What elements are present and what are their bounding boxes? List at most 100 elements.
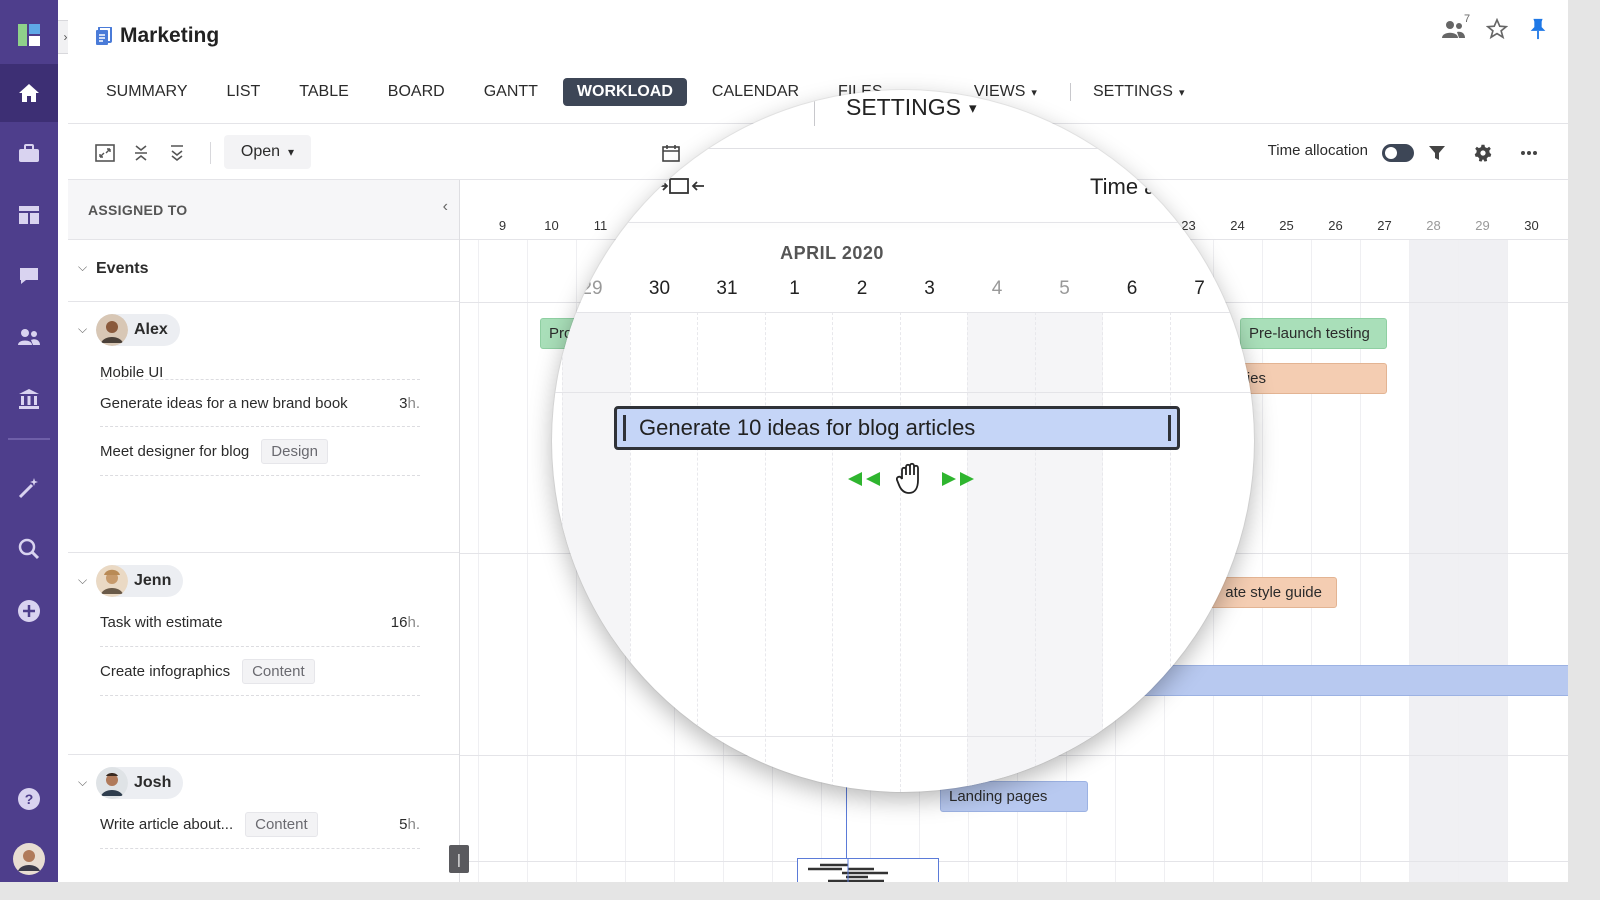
tab-settings-zoomed[interactable]: SETTINGS ▾ bbox=[846, 94, 977, 121]
assigned-to-header: ASSIGNED TO bbox=[88, 202, 188, 218]
task-tag: Design bbox=[261, 439, 328, 464]
group-alex: ⌵ Alex Mobile UI Generate ideas for a ne… bbox=[68, 302, 459, 553]
avatar bbox=[96, 565, 128, 597]
resize-handle-right[interactable] bbox=[1168, 415, 1171, 441]
timeline-day-label: 27 bbox=[1377, 218, 1392, 233]
sidebar-item-profile[interactable] bbox=[0, 830, 58, 882]
task-row[interactable]: Generate ideas for a new brand book 3h. bbox=[100, 379, 420, 427]
tab-calendar[interactable]: CALENDAR bbox=[698, 78, 813, 106]
sidebar-item-automation[interactable] bbox=[0, 459, 58, 517]
avatar bbox=[96, 314, 128, 346]
zoomed-day-label: 7 bbox=[1194, 278, 1205, 299]
task-tag: Content bbox=[242, 659, 315, 684]
magnifier-overlay: SETTINGS ▾ Time a APRIL 2020 29 30 31 1 2 3 4 5… bbox=[552, 90, 1254, 792]
tab-separator bbox=[1069, 83, 1071, 101]
group-events[interactable]: ⌵ Events bbox=[68, 240, 459, 302]
more-options-button[interactable] bbox=[1516, 140, 1542, 166]
sidebar: ? bbox=[0, 0, 58, 882]
toolbar-divider bbox=[552, 222, 1254, 223]
assignee-pill[interactable]: Jenn bbox=[96, 565, 184, 597]
task-row[interactable]: Task with estimate 16h. bbox=[100, 599, 420, 647]
status-filter-dropdown[interactable]: Open ▾ bbox=[224, 135, 311, 169]
task-bar[interactable]: Pre-launch testing bbox=[1240, 318, 1387, 349]
sidebar-logo[interactable] bbox=[0, 6, 58, 64]
sidebar-item-search[interactable] bbox=[0, 520, 58, 578]
row-divider bbox=[552, 312, 1254, 313]
task-row[interactable]: Meet designer for blog Design bbox=[100, 428, 420, 476]
expand-all-button[interactable] bbox=[164, 140, 190, 166]
chevron-down-icon[interactable]: ⌵ bbox=[78, 573, 87, 588]
collapse-panel-icon[interactable]: ‹ bbox=[443, 198, 448, 216]
tab-workload[interactable]: WORKLOAD bbox=[562, 78, 687, 106]
chevron-down-icon[interactable]: ⌵ bbox=[78, 322, 87, 337]
timeline-day-column bbox=[1458, 240, 1507, 882]
timeline-minimap[interactable] bbox=[797, 858, 939, 882]
row-divider bbox=[460, 861, 1568, 862]
filter-button[interactable] bbox=[1424, 140, 1450, 166]
zoomed-day-column bbox=[1102, 312, 1170, 792]
scroll-handle[interactable]: | bbox=[449, 845, 469, 873]
tab-gantt[interactable]: GANTT bbox=[470, 78, 552, 106]
assignee-pill[interactable]: Alex bbox=[96, 314, 180, 346]
fullscreen-button[interactable] bbox=[92, 140, 118, 166]
tab-table[interactable]: TABLE bbox=[285, 78, 363, 106]
pin-icon[interactable] bbox=[1528, 18, 1548, 40]
users-icon bbox=[18, 329, 40, 345]
task-name: Write article about... bbox=[100, 816, 234, 833]
sidebar-item-projects[interactable] bbox=[0, 125, 58, 183]
home-icon bbox=[19, 84, 39, 102]
sidebar-item-team[interactable] bbox=[0, 308, 58, 366]
expand-rows-icon bbox=[171, 145, 183, 162]
collapse-rows-icon bbox=[135, 145, 147, 161]
dragged-task-bar[interactable]: Generate 10 ideas for blog articles bbox=[614, 406, 1180, 450]
fit-width-icon[interactable] bbox=[658, 176, 704, 196]
collapse-all-button[interactable] bbox=[128, 140, 154, 166]
time-allocation-toggle[interactable] bbox=[1382, 144, 1414, 162]
tab-board[interactable]: BOARD bbox=[374, 78, 459, 106]
header-actions: 7 bbox=[1442, 13, 1548, 40]
task-bar-label: Generate 10 ideas for blog articles bbox=[639, 415, 976, 440]
tab-settings[interactable]: SETTINGS ▾ bbox=[1079, 78, 1199, 106]
tab-list[interactable]: LIST bbox=[213, 78, 275, 106]
assignee-pill[interactable]: Josh bbox=[96, 767, 184, 799]
resize-handle-left[interactable] bbox=[623, 415, 626, 441]
task-row[interactable]: Write article about... Content 5h. bbox=[100, 801, 420, 849]
chevron-down-icon[interactable]: ⌵ bbox=[78, 260, 87, 275]
timeline-day-column bbox=[478, 240, 527, 882]
avatar bbox=[96, 767, 128, 799]
settings-button[interactable] bbox=[1470, 140, 1496, 166]
timeline-day-label: 30 bbox=[1524, 218, 1539, 233]
timeline-day-label: 10 bbox=[544, 218, 559, 233]
svg-text:?: ? bbox=[25, 791, 34, 807]
dashboard-icon bbox=[19, 206, 39, 224]
followers-button[interactable]: 7 bbox=[1442, 13, 1470, 39]
zoomed-day-column bbox=[562, 312, 630, 792]
minimap-preview bbox=[808, 859, 888, 882]
sidebar-item-home[interactable] bbox=[0, 64, 58, 122]
sidebar-item-create[interactable] bbox=[0, 582, 58, 640]
sidebar-item-chat[interactable] bbox=[0, 247, 58, 305]
chevron-down-icon[interactable]: ⌵ bbox=[78, 775, 87, 790]
toolbar-separator bbox=[210, 142, 211, 164]
zoomed-day-label: 2 bbox=[856, 278, 868, 299]
tab-summary[interactable]: SUMMARY bbox=[92, 78, 202, 106]
sidebar-item-dashboards[interactable] bbox=[0, 186, 58, 244]
drag-indicator bbox=[848, 462, 974, 496]
plus-circle-icon bbox=[18, 600, 40, 622]
assignee-panel: ASSIGNED TO ‹ ⌵ Events ⌵ Alex Mobile UI … bbox=[68, 180, 460, 882]
date-picker-button[interactable] bbox=[658, 140, 684, 166]
sidebar-item-help[interactable]: ? bbox=[0, 770, 58, 828]
zoomed-day-column bbox=[899, 312, 968, 792]
timeline-day-label: 9 bbox=[498, 218, 507, 233]
task-row[interactable]: Create infographics Content bbox=[100, 648, 420, 696]
page-title: Marketing bbox=[120, 24, 220, 47]
sidebar-divider bbox=[8, 438, 50, 440]
users-icon bbox=[1442, 21, 1465, 38]
more-horizontal-icon bbox=[1521, 151, 1537, 155]
followers-count: 7 bbox=[1464, 13, 1471, 25]
chevron-down-icon: ▾ bbox=[969, 99, 977, 117]
task-name: Create infographics bbox=[100, 663, 231, 680]
sidebar-item-accounts[interactable] bbox=[0, 370, 58, 428]
timeline-day-label: 28 bbox=[1426, 218, 1441, 233]
star-icon[interactable] bbox=[1486, 18, 1508, 40]
